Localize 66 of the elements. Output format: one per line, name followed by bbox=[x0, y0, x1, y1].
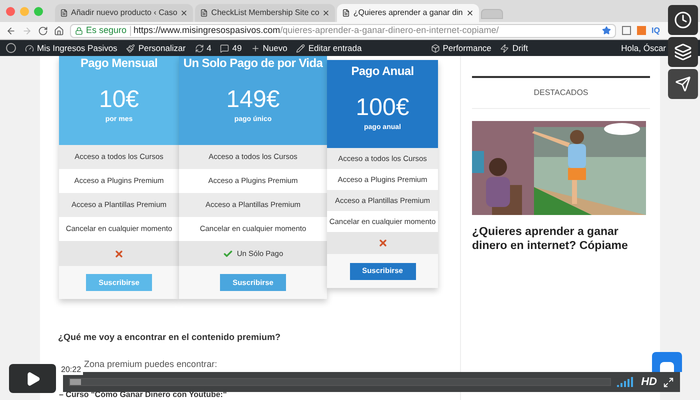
browser-tab[interactable]: Añadir nuevo producto ‹ Caso bbox=[55, 4, 194, 22]
admin-bar-item[interactable]: Performance bbox=[430, 42, 492, 54]
admin-bar-item[interactable]: 4 bbox=[194, 42, 212, 54]
admin-bar-item[interactable]: Drift bbox=[500, 42, 528, 54]
hd-label[interactable]: HD bbox=[641, 374, 657, 390]
gauge-icon bbox=[25, 44, 34, 52]
admin-bar-item[interactable]: 49 bbox=[220, 42, 242, 54]
clock-button[interactable] bbox=[668, 5, 698, 35]
bolt-icon bbox=[500, 44, 510, 52]
send-icon bbox=[675, 76, 691, 92]
address-field[interactable]: Es seguro https://www.misingresospasivos.com/quieres-aprender-a-ganar-dinero-en-internet-copiame/ bbox=[70, 24, 616, 38]
browser-tab[interactable]: CheckList Membership Site co bbox=[195, 4, 336, 22]
close-icon[interactable] bbox=[466, 9, 474, 17]
back-icon[interactable] bbox=[6, 26, 16, 36]
progress-bar[interactable]: HD bbox=[63, 372, 680, 392]
volume-icon[interactable] bbox=[617, 377, 636, 387]
browser-tab[interactable]: ¿Quieres aprender a ganar din bbox=[337, 4, 479, 22]
tab-title: ¿Quieres aprender a ganar din bbox=[353, 7, 463, 19]
plan-price: 149€ bbox=[226, 87, 280, 113]
star-icon[interactable] bbox=[602, 26, 611, 35]
page-icon bbox=[60, 9, 68, 17]
cube-icon bbox=[430, 44, 440, 52]
plus-icon bbox=[250, 44, 260, 52]
article-paragraph: Zona premium puedes encontrar: bbox=[84, 358, 218, 368]
close-icon[interactable] bbox=[322, 9, 330, 17]
secure-label: Es seguro bbox=[86, 24, 127, 37]
post-title-link[interactable]: ¿Quieres aprender a ganar dinero en internet? Cópiame bbox=[472, 225, 650, 253]
cross-icon bbox=[114, 248, 124, 258]
url-text: https://www.misingresospasivos.com/quieres-aprender-a-ganar-dinero-en-internet-copiame/ bbox=[134, 24, 499, 37]
play-icon bbox=[24, 370, 40, 386]
home-icon[interactable] bbox=[54, 26, 64, 36]
tab-title: CheckList Membership Site co bbox=[211, 7, 320, 19]
reload-icon[interactable] bbox=[38, 26, 48, 36]
lock-icon bbox=[75, 26, 83, 34]
pencil-icon bbox=[296, 44, 306, 52]
cross-icon bbox=[378, 238, 388, 248]
comment-icon bbox=[220, 44, 230, 52]
time-label: 20:22 bbox=[59, 364, 84, 375]
tab-title: Añadir nuevo producto ‹ Caso bbox=[71, 7, 178, 19]
plan-price: 10€ bbox=[98, 87, 140, 113]
layers-icon bbox=[674, 43, 692, 61]
admin-bar-item[interactable]: Mis Ingresos Pasivos bbox=[25, 42, 118, 54]
page-icon bbox=[200, 9, 208, 17]
page-icon bbox=[342, 9, 350, 17]
plan-name: Un Solo Pago de por Vida bbox=[183, 56, 323, 70]
clock-icon bbox=[674, 11, 692, 29]
chat-icon bbox=[660, 362, 674, 372]
chat-button[interactable] bbox=[652, 352, 682, 372]
admin-bar-item[interactable]: Editar entrada bbox=[296, 42, 362, 54]
fullscreen-icon[interactable] bbox=[663, 376, 674, 388]
greeting[interactable]: Hola, Óscar bbox=[621, 42, 666, 54]
refresh-icon bbox=[194, 44, 204, 52]
extension-label[interactable]: IQ bbox=[652, 24, 660, 36]
section-heading: ¿Qué me voy a encontrar en el contenido premium? bbox=[58, 331, 282, 344]
plan-name: Pago Mensual bbox=[80, 56, 158, 70]
close-icon[interactable] bbox=[180, 9, 188, 17]
play-button[interactable] bbox=[9, 364, 56, 393]
plan-price: 100€ bbox=[356, 95, 410, 121]
admin-bar-item[interactable]: Nuevo bbox=[250, 42, 288, 54]
plan-name: Pago Anual bbox=[351, 64, 414, 78]
widget-heading: DESTACADOS bbox=[472, 78, 650, 109]
brush-icon bbox=[126, 44, 136, 52]
check-icon bbox=[222, 248, 233, 258]
admin-bar-item[interactable]: Personalizar bbox=[126, 42, 186, 54]
layers-button[interactable] bbox=[668, 37, 698, 67]
send-button[interactable] bbox=[668, 69, 698, 99]
